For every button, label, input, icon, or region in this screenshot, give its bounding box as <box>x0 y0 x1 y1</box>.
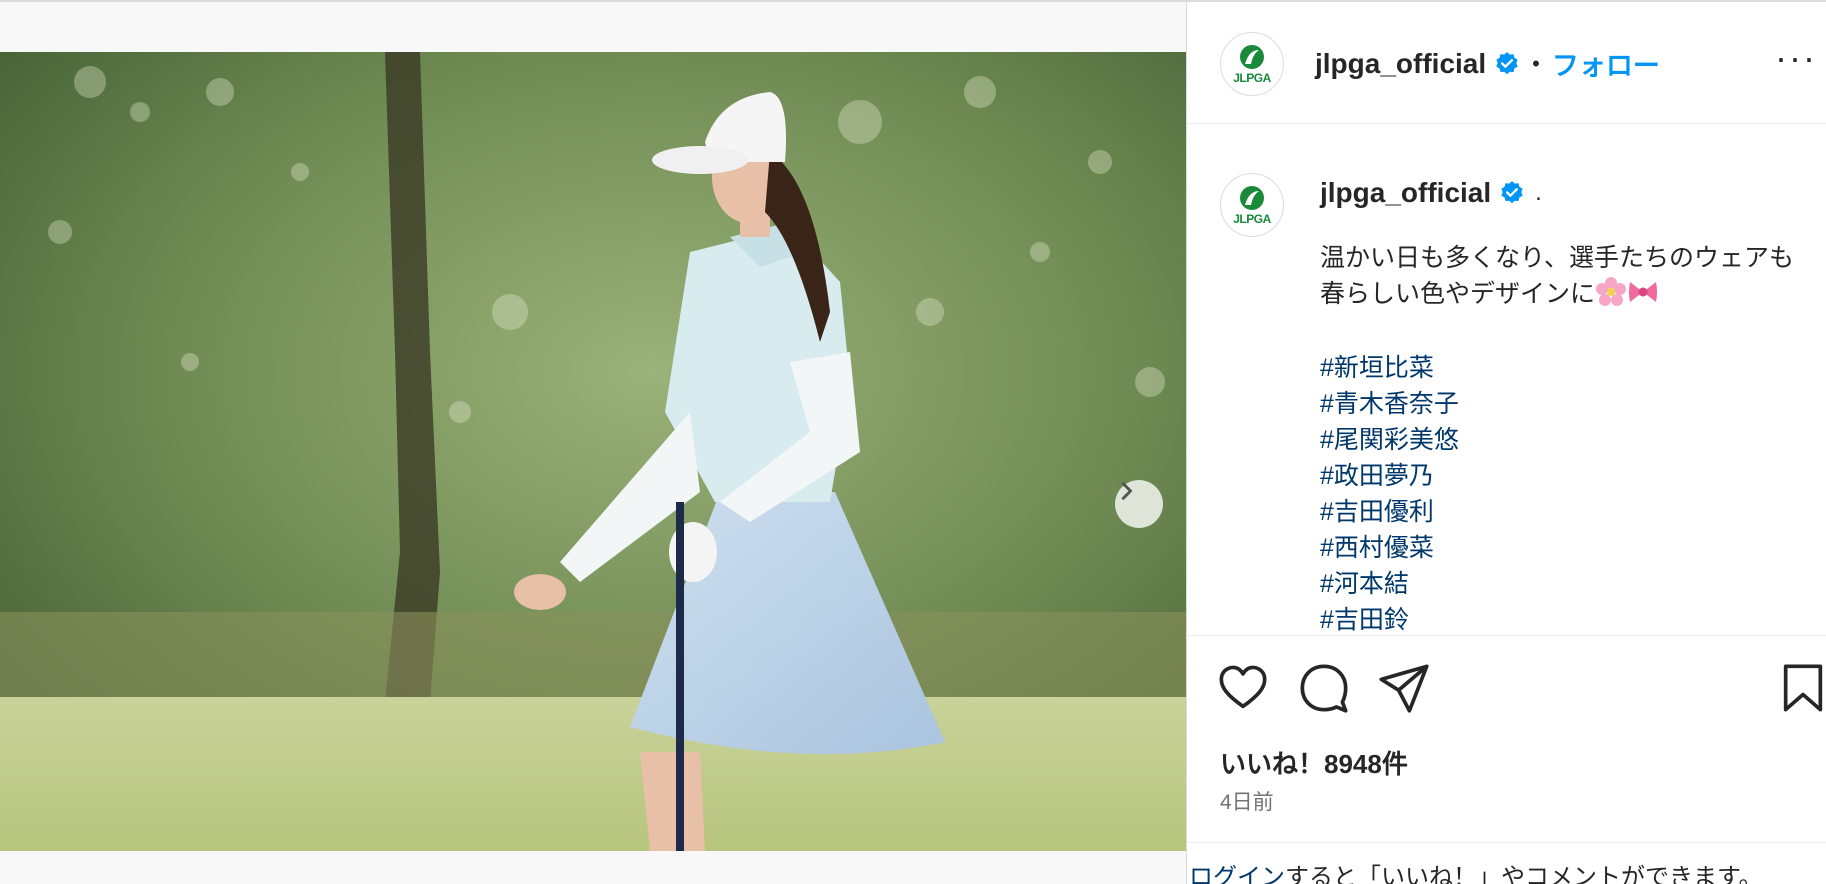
next-slide-button[interactable] <box>1115 480 1163 528</box>
jlpga-logo-icon <box>1240 45 1264 69</box>
post-side-panel: JLPGA jlpga_official • フォロー ··· JLPGA jl… <box>1186 0 1826 884</box>
comment-icon[interactable] <box>1298 662 1350 714</box>
hashtag-link[interactable]: #政田夢乃 <box>1320 458 1459 494</box>
caption-user: jlpga_official . <box>1320 177 1542 209</box>
header-user: jlpga_official • フォロー <box>1315 44 1660 83</box>
hashtag-link[interactable]: #西村優菜 <box>1320 530 1459 566</box>
separator-dot: • <box>1532 50 1540 76</box>
top-strip <box>0 0 1186 52</box>
caption-avatar[interactable]: JLPGA <box>1220 173 1284 237</box>
hashtag-list: #新垣比菜 #青木香奈子 #尾関彩美悠 #政田夢乃 #吉田優利 #西村優菜 #河… <box>1320 350 1459 635</box>
post-header: JLPGA jlpga_official • フォロー ··· <box>1187 2 1826 124</box>
caption-text: 温かい日も多くなり、選手たちのウェアも 春らしい色やデザインに <box>1320 240 1820 312</box>
avatar-abbr: JLPGA <box>1233 71 1271 85</box>
chevron-right-icon <box>1121 482 1133 500</box>
like-count[interactable]: いいね！8948件 <box>1220 744 1408 781</box>
hashtag-link[interactable]: #吉田優利 <box>1320 494 1459 530</box>
verified-badge-icon <box>1496 51 1518 74</box>
caption-area: JLPGA jlpga_official . 温かい日も多くなり、選手たちのウェ… <box>1187 125 1826 635</box>
caption-line-1: 温かい日も多くなり、選手たちのウェアも <box>1320 244 1795 272</box>
login-prompt-text: すると「いいね！」やコメントができます。 <box>1285 864 1763 884</box>
hashtag-link[interactable]: #吉田鈴 <box>1320 602 1459 635</box>
golfer-photo <box>0 52 1186 851</box>
verified-badge-icon <box>1501 181 1523 204</box>
username-link[interactable]: jlpga_official <box>1315 48 1486 80</box>
login-prompt: ログインすると「いいね！」やコメントができます。 <box>1187 842 1826 884</box>
login-link[interactable]: ログイン <box>1189 864 1285 884</box>
hashtag-link[interactable]: #新垣比菜 <box>1320 350 1459 386</box>
post-timestamp[interactable]: 4日前 <box>1220 786 1274 816</box>
cherry-blossom-icon <box>1596 277 1627 306</box>
like-heart-icon[interactable] <box>1217 662 1269 714</box>
caption-line-2: 春らしい色やデザインに <box>1320 276 1820 312</box>
caption-username-link[interactable]: jlpga_official <box>1320 177 1491 209</box>
share-send-icon[interactable] <box>1378 662 1430 714</box>
jlpga-logo-icon <box>1240 186 1264 210</box>
more-options-icon[interactable]: ··· <box>1775 40 1817 76</box>
hashtag-link[interactable]: #河本結 <box>1320 566 1459 602</box>
caption-first-line: . <box>1535 179 1542 206</box>
account-avatar[interactable]: JLPGA <box>1220 32 1284 96</box>
save-bookmark-icon[interactable] <box>1777 662 1826 714</box>
bottom-strip <box>0 851 1186 884</box>
caption-line-2-text: 春らしい色やデザインに <box>1320 280 1596 308</box>
ribbon-icon <box>1629 282 1658 302</box>
hashtag-link[interactable]: #青木香奈子 <box>1320 386 1459 422</box>
follow-button[interactable]: フォロー <box>1552 44 1660 83</box>
avatar-abbr: JLPGA <box>1233 212 1271 226</box>
hashtag-link[interactable]: #尾関彩美悠 <box>1320 422 1459 458</box>
post-actions: いいね！8948件 4日前 <box>1187 635 1826 853</box>
post-media[interactable] <box>0 52 1186 851</box>
